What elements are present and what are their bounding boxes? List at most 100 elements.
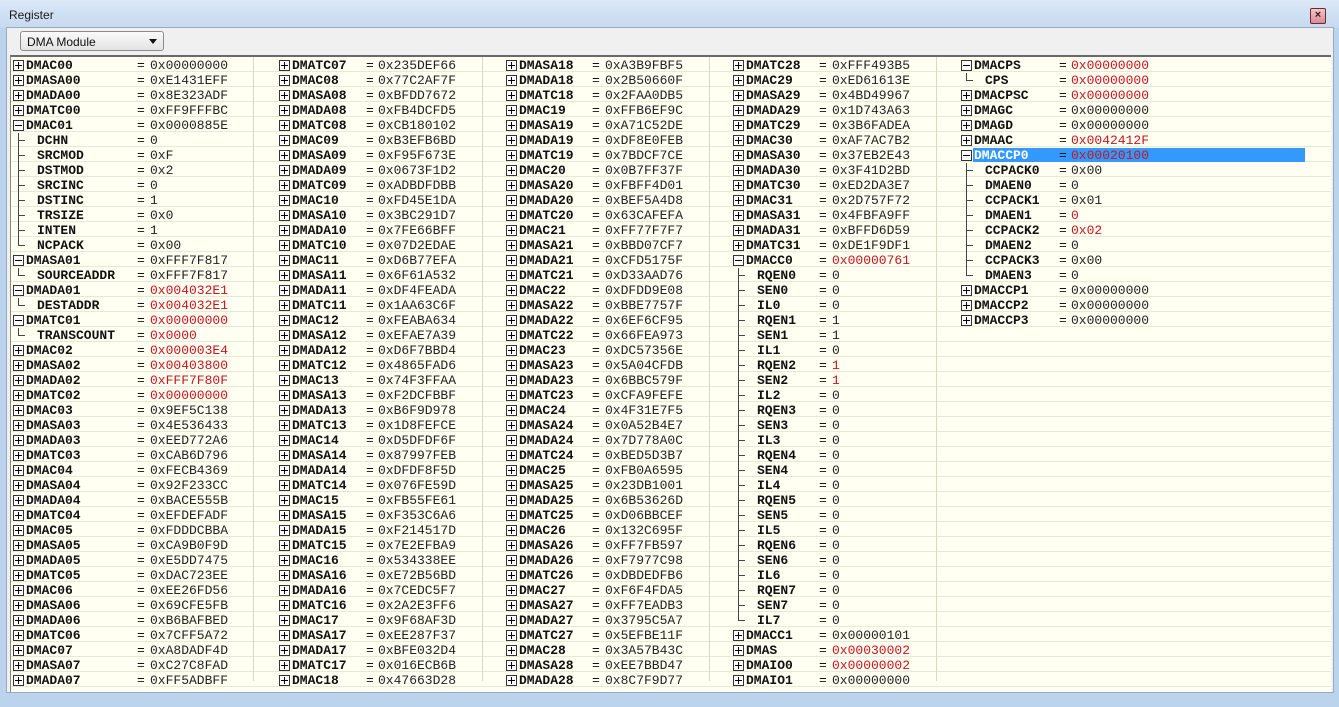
expand-icon[interactable] bbox=[506, 495, 517, 506]
expand-icon[interactable] bbox=[279, 255, 290, 266]
register-value[interactable]: 0x7E2EFBA9 bbox=[378, 538, 456, 553]
register-value[interactable]: 0 bbox=[832, 463, 840, 478]
expand-icon[interactable] bbox=[279, 495, 290, 506]
register-value[interactable]: 1 bbox=[832, 358, 840, 373]
register-value[interactable]: 0 bbox=[832, 433, 840, 448]
register-value[interactable]: 0xE5DD7475 bbox=[150, 553, 228, 568]
collapse-icon[interactable] bbox=[13, 315, 24, 326]
expand-icon[interactable] bbox=[733, 75, 744, 86]
expand-icon[interactable] bbox=[279, 525, 290, 536]
register-value[interactable]: 0x3795C5A7 bbox=[605, 613, 683, 628]
expand-icon[interactable] bbox=[506, 600, 517, 611]
register-value[interactable]: 0x69CFE5FB bbox=[150, 598, 228, 613]
register-value[interactable]: 0x5EFBE11F bbox=[605, 628, 683, 643]
expand-icon[interactable] bbox=[279, 240, 290, 251]
register-value[interactable]: 0xFFB6EF9C bbox=[605, 103, 683, 118]
register-value[interactable]: 0xADBDFDBB bbox=[378, 178, 456, 193]
expand-icon[interactable] bbox=[506, 60, 517, 71]
register-value[interactable]: 0xFF7FB597 bbox=[605, 538, 683, 553]
register-value[interactable]: 0 bbox=[1071, 268, 1079, 283]
register-value[interactable]: 0x00 bbox=[1071, 253, 1102, 268]
expand-icon[interactable] bbox=[506, 165, 517, 176]
expand-icon[interactable] bbox=[506, 270, 517, 281]
register-value[interactable]: 0xBACE555B bbox=[150, 493, 228, 508]
register-value[interactable]: 0x63CAFEFA bbox=[605, 208, 683, 223]
register-value[interactable]: 0x00000000 bbox=[832, 673, 910, 688]
expand-icon[interactable] bbox=[279, 330, 290, 341]
expand-icon[interactable] bbox=[506, 660, 517, 671]
expand-icon[interactable] bbox=[733, 630, 744, 641]
register-value[interactable]: 0x4E536433 bbox=[150, 418, 228, 433]
expand-icon[interactable] bbox=[506, 435, 517, 446]
register-value[interactable]: 0xD6F7BBD4 bbox=[378, 343, 456, 358]
register-value[interactable]: 0x016ECB6B bbox=[378, 658, 456, 673]
register-value[interactable]: 0x0000 bbox=[150, 328, 197, 343]
register-value[interactable]: 0x4FBFA9FF bbox=[832, 208, 910, 223]
register-value[interactable]: 0xF214517D bbox=[378, 523, 456, 538]
expand-icon[interactable] bbox=[506, 90, 517, 101]
expand-icon[interactable] bbox=[506, 630, 517, 641]
register-value[interactable]: 0xDE1F9DF1 bbox=[832, 238, 910, 253]
register-value[interactable]: 0x4F31E7F5 bbox=[605, 403, 683, 418]
expand-icon[interactable] bbox=[279, 150, 290, 161]
expand-icon[interactable] bbox=[279, 465, 290, 476]
expand-icon[interactable] bbox=[506, 360, 517, 371]
expand-icon[interactable] bbox=[506, 540, 517, 551]
register-value[interactable]: 0xFB4DCFD5 bbox=[378, 103, 456, 118]
register-value[interactable]: 0 bbox=[832, 283, 840, 298]
expand-icon[interactable] bbox=[13, 540, 24, 551]
register-value[interactable]: 0x8E323ADF bbox=[150, 88, 228, 103]
register-value[interactable]: 0x132C695F bbox=[605, 523, 683, 538]
expand-icon[interactable] bbox=[279, 630, 290, 641]
register-value[interactable]: 0x534338EE bbox=[378, 553, 456, 568]
register-value[interactable]: 0xFFF493B5 bbox=[832, 58, 910, 73]
expand-icon[interactable] bbox=[506, 675, 517, 686]
register-value[interactable]: 0x02 bbox=[1071, 223, 1102, 238]
register-value[interactable]: 1 bbox=[832, 373, 840, 388]
expand-icon[interactable] bbox=[13, 630, 24, 641]
register-value[interactable]: 0xBBD07CF7 bbox=[605, 238, 683, 253]
expand-icon[interactable] bbox=[279, 375, 290, 386]
register-value[interactable]: 0x00000000 bbox=[150, 388, 228, 403]
register-value[interactable]: 0 bbox=[832, 598, 840, 613]
register-value[interactable]: 0xFDDDCBBA bbox=[150, 523, 228, 538]
register-value[interactable]: 0xB6BAFBED bbox=[150, 613, 228, 628]
expand-icon[interactable] bbox=[13, 360, 24, 371]
register-value[interactable]: 0xF bbox=[150, 148, 173, 163]
register-value[interactable]: 0x00000000 bbox=[1071, 73, 1149, 88]
expand-icon[interactable] bbox=[279, 600, 290, 611]
register-value[interactable]: 0x4865FAD6 bbox=[378, 358, 456, 373]
register-value[interactable]: 0xD5DFDF6F bbox=[378, 433, 456, 448]
register-value[interactable]: 0x00 bbox=[1071, 163, 1102, 178]
register-value[interactable]: 0xBFDD7672 bbox=[378, 88, 456, 103]
expand-icon[interactable] bbox=[13, 555, 24, 566]
collapse-icon[interactable] bbox=[13, 120, 24, 131]
register-value[interactable]: 0x2D757F72 bbox=[832, 193, 910, 208]
register-value[interactable]: 0x00000000 bbox=[1071, 118, 1149, 133]
register-value[interactable]: 0xDAC723EE bbox=[150, 568, 228, 583]
expand-icon[interactable] bbox=[279, 450, 290, 461]
register-value[interactable]: 0x0A52B4E7 bbox=[605, 418, 683, 433]
expand-icon[interactable] bbox=[13, 465, 24, 476]
register-value[interactable]: 0xFFF7F817 bbox=[150, 268, 228, 283]
register-value[interactable]: 0x77C2AF7F bbox=[378, 73, 456, 88]
expand-icon[interactable] bbox=[733, 120, 744, 131]
expand-icon[interactable] bbox=[279, 270, 290, 281]
register-value[interactable]: 0xDF8E0FEB bbox=[605, 133, 683, 148]
register-value[interactable]: 0x1AA63C6F bbox=[378, 298, 456, 313]
register-value[interactable]: 0x00000000 bbox=[1071, 103, 1149, 118]
register-value[interactable]: 0xFB0A6595 bbox=[605, 463, 683, 478]
expand-icon[interactable] bbox=[279, 345, 290, 356]
expand-icon[interactable] bbox=[13, 585, 24, 596]
expand-icon[interactable] bbox=[13, 675, 24, 686]
expand-icon[interactable] bbox=[279, 75, 290, 86]
register-value[interactable]: 0x0042412F bbox=[1071, 133, 1149, 148]
register-value[interactable]: 0xFB55FE61 bbox=[378, 493, 456, 508]
expand-icon[interactable] bbox=[279, 60, 290, 71]
expand-icon[interactable] bbox=[279, 660, 290, 671]
expand-icon[interactable] bbox=[279, 435, 290, 446]
register-value[interactable]: 0x235DEF66 bbox=[378, 58, 456, 73]
expand-icon[interactable] bbox=[506, 345, 517, 356]
register-value[interactable]: 0xE1431EFF bbox=[150, 73, 228, 88]
register-value[interactable]: 0xDFDF8F5D bbox=[378, 463, 456, 478]
